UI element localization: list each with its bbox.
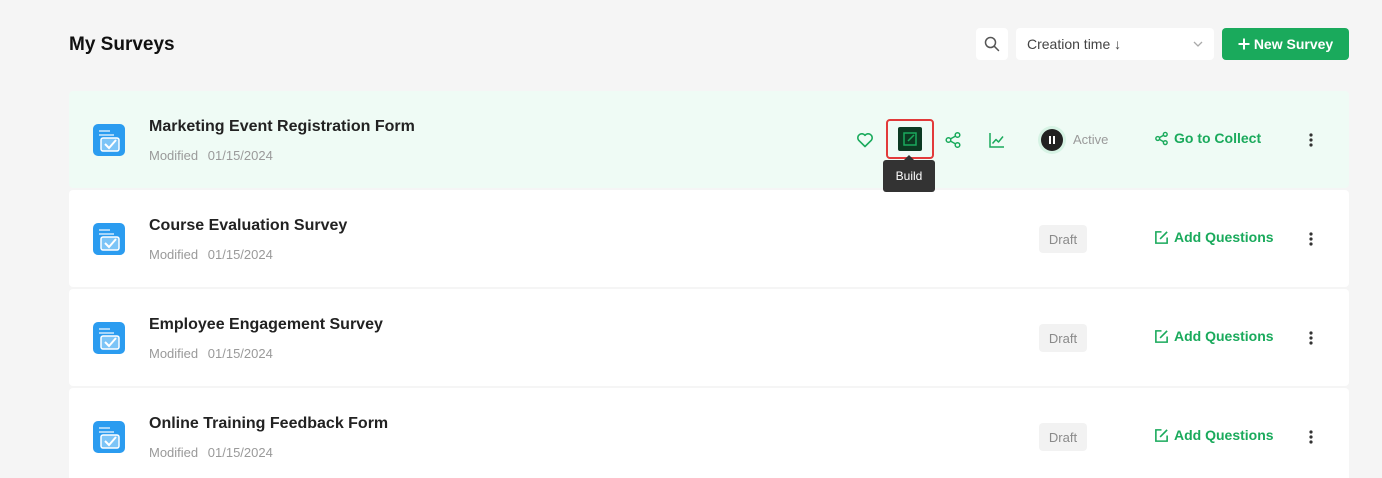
survey-title[interactable]: Course Evaluation Survey [149,217,347,235]
survey-modified: Modified 01/15/2024 [149,445,273,460]
add-questions-link[interactable]: Add Questions [1154,328,1274,344]
modified-label: Modified [149,148,199,163]
analytics-button[interactable] [985,128,1009,152]
survey-row[interactable]: Employee Engagement Survey Modified 01/1… [69,289,1349,386]
add-questions-label: Add Questions [1174,427,1274,443]
status-badge: Draft [1039,423,1087,451]
more-options-button[interactable] [1299,227,1323,251]
go-to-collect-label: Go to Collect [1174,130,1262,146]
survey-form-icon [93,124,125,156]
survey-row[interactable]: Course Evaluation Survey Modified 01/15/… [69,190,1349,287]
search-icon [984,36,1000,52]
status-badge: Draft [1039,225,1087,253]
plus-icon [1238,38,1250,50]
more-vertical-icon [1309,430,1313,444]
build-button[interactable] [886,119,934,159]
modified-date: 01/15/2024 [207,445,273,460]
survey-title[interactable]: Online Training Feedback Form [149,415,388,433]
page-title: My Surveys [69,34,175,55]
search-button[interactable] [976,28,1008,60]
add-questions-label: Add Questions [1174,328,1274,344]
survey-form-icon [93,322,125,354]
share-icon [945,131,961,149]
pause-icon [1049,136,1051,144]
build-icon-wrap [898,127,922,151]
add-questions-link[interactable]: Add Questions [1154,229,1274,245]
add-questions-label: Add Questions [1174,229,1274,245]
status-text: Active [1073,132,1109,147]
modified-date: 01/15/2024 [207,346,273,361]
share-button[interactable] [941,128,965,152]
survey-row[interactable]: Online Training Feedback Form Modified 0… [69,388,1349,478]
heart-icon [857,133,873,148]
new-survey-label: New Survey [1253,36,1334,52]
more-vertical-icon [1309,133,1313,147]
line-chart-icon [989,133,1004,148]
page-header: My Surveys Creation time ↓ New Survey [69,28,1349,60]
status-badge: Draft [1039,324,1087,352]
more-vertical-icon [1309,232,1313,246]
survey-modified: Modified 01/15/2024 [149,148,273,163]
survey-list: Marketing Event Registration Form Modifi… [69,91,1349,478]
more-vertical-icon [1309,331,1313,345]
modified-date: 01/15/2024 [207,148,273,163]
chevron-down-icon [1193,41,1203,47]
favorite-button[interactable] [853,128,877,152]
survey-modified: Modified 01/15/2024 [149,346,273,361]
survey-title[interactable]: Employee Engagement Survey [149,316,383,334]
build-tooltip: Build [883,155,935,192]
pause-button[interactable] [1041,129,1063,151]
sort-select[interactable]: Creation time ↓ [1016,28,1214,60]
add-questions-link[interactable]: Add Questions [1154,427,1274,443]
go-to-collect-link[interactable]: Go to Collect [1154,130,1261,146]
edit-icon [1155,428,1168,442]
modified-label: Modified [149,346,199,361]
sort-select-value: Creation time ↓ [1027,36,1122,52]
modified-label: Modified [149,445,199,460]
survey-row[interactable]: Marketing Event Registration Form Modifi… [69,91,1349,192]
survey-modified: Modified 01/15/2024 [149,247,273,262]
survey-form-icon [93,223,125,255]
more-options-button[interactable] [1299,128,1323,152]
more-options-button[interactable] [1299,425,1323,449]
survey-form-icon [93,421,125,453]
share-icon [1155,131,1168,145]
edit-icon [1155,230,1168,244]
edit-icon [1155,329,1168,343]
survey-title[interactable]: Marketing Event Registration Form [149,118,415,136]
modified-date: 01/15/2024 [207,247,273,262]
new-survey-button[interactable]: New Survey [1222,28,1349,60]
edit-icon [903,132,917,146]
more-options-button[interactable] [1299,326,1323,350]
modified-label: Modified [149,247,199,262]
